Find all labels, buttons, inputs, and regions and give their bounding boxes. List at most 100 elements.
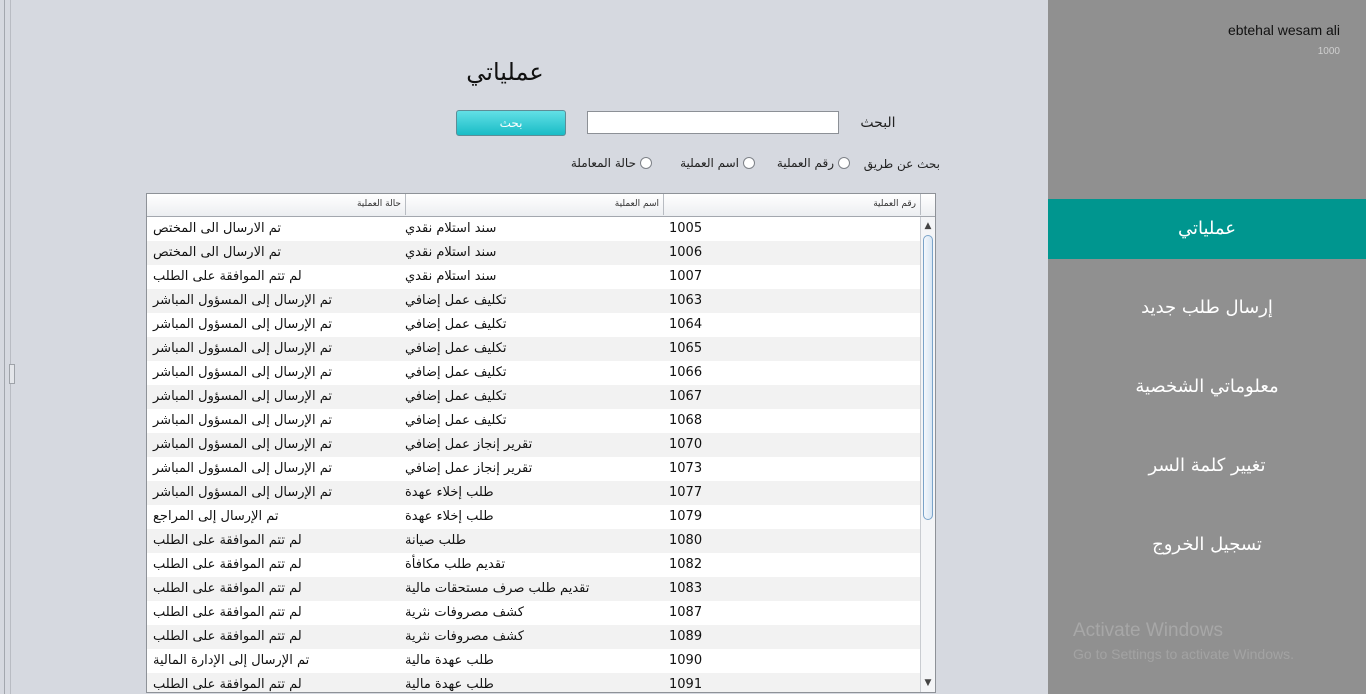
cell-status-text: تم الإرسال إلى المسؤول المباشر bbox=[153, 365, 332, 380]
scrollbar-thumb[interactable] bbox=[923, 235, 933, 520]
table-body: 1005 سند استلام نقدي تم الارسال الى المختص… bbox=[147, 217, 920, 692]
cell-status: تم الإرسال إلى الإدارة المالية bbox=[147, 649, 405, 673]
cell-name-text: تكليف عمل إضافي bbox=[405, 389, 507, 404]
cell-name: تكليف عمل إضافي bbox=[405, 337, 663, 361]
table-row[interactable]: 1073 تقرير إنجاز عمل إضافي تم الإرسال إلى … bbox=[147, 457, 920, 481]
cell-name: تكليف عمل إضافي bbox=[405, 289, 663, 313]
cell-name-text: كشف مصروفات نثرية bbox=[405, 605, 524, 620]
column-header-name[interactable]: اسم العملية bbox=[405, 194, 663, 215]
cell-status-text: تم الإرسال إلى المسؤول المباشر bbox=[153, 389, 332, 404]
cell-status: تم الإرسال إلى المسؤول المباشر bbox=[147, 457, 405, 481]
filter-option-number[interactable]: رقم العملية bbox=[777, 156, 850, 170]
cell-number-text: 1006 bbox=[669, 245, 703, 260]
table-row[interactable]: 1068 تكليف عمل إضافي تم الإرسال إلى المسؤو… bbox=[147, 409, 920, 433]
table-row[interactable]: 1079 طلب إخلاء عهدة تم الإرسال إلى المراجع bbox=[147, 505, 920, 529]
cell-number: 1079 bbox=[663, 505, 920, 529]
cell-number: 1064 bbox=[663, 313, 920, 337]
table-row[interactable]: 1063 تكليف عمل إضافي تم الإرسال إلى المسؤو… bbox=[147, 289, 920, 313]
cell-number: 1089 bbox=[663, 625, 920, 649]
table-header: رقم العملية اسم العملية حالة العملية bbox=[147, 194, 935, 217]
cell-name: تقرير إنجاز عمل إضافي bbox=[405, 457, 663, 481]
table-row[interactable]: 1066 تكليف عمل إضافي تم الإرسال إلى المسؤو… bbox=[147, 361, 920, 385]
cell-status-text: تم الإرسال إلى الإدارة المالية bbox=[153, 653, 310, 668]
filter-option-status[interactable]: حالة المعاملة bbox=[571, 156, 652, 170]
table-row[interactable]: 1082 تقديم طلب مكافأة لم تتم الموافقة على … bbox=[147, 553, 920, 577]
scroll-up-icon[interactable]: ▲ bbox=[921, 219, 935, 233]
search-input[interactable] bbox=[587, 111, 839, 134]
cell-status: لم تتم الموافقة على الطلب bbox=[147, 673, 405, 692]
cell-number-text: 1080 bbox=[669, 533, 703, 548]
cell-number-text: 1066 bbox=[669, 365, 703, 380]
cell-number-text: 1091 bbox=[669, 677, 703, 692]
filter-option-label: رقم العملية bbox=[776, 156, 834, 170]
cell-name: كشف مصروفات نثرية bbox=[405, 601, 663, 625]
cell-name-text: طلب صيانة bbox=[405, 533, 467, 548]
table-row[interactable]: 1005 سند استلام نقدي تم الارسال الى المختص bbox=[147, 217, 920, 241]
cell-status: تم الإرسال إلى المسؤول المباشر bbox=[147, 481, 405, 505]
table-row[interactable]: 1064 تكليف عمل إضافي تم الإرسال إلى المسؤو… bbox=[147, 313, 920, 337]
table-row[interactable]: 1065 تكليف عمل إضافي تم الإرسال إلى المسؤو… bbox=[147, 337, 920, 361]
cell-name-text: تقرير إنجاز عمل إضافي bbox=[405, 437, 533, 452]
search-label: البحث bbox=[860, 115, 896, 131]
table-row[interactable]: 1006 سند استلام نقدي تم الارسال الى المختص bbox=[147, 241, 920, 265]
table-row[interactable]: 1080 طلب صيانة لم تتم الموافقة على الطلب bbox=[147, 529, 920, 553]
cell-status: تم الإرسال إلى المسؤول المباشر bbox=[147, 337, 405, 361]
cell-status: تم الإرسال إلى المسؤول المباشر bbox=[147, 313, 405, 337]
table-row[interactable]: 1077 طلب إخلاء عهدة تم الإرسال إلى المسؤول… bbox=[147, 481, 920, 505]
cell-number: 1090 bbox=[663, 649, 920, 673]
cell-status: تم الارسال الى المختص bbox=[147, 217, 405, 241]
cell-number-text: 1077 bbox=[669, 485, 703, 500]
window-left-border bbox=[0, 0, 18, 694]
cell-number-text: 1083 bbox=[669, 581, 703, 596]
cell-name: سند استلام نقدي bbox=[405, 265, 663, 289]
radio-button[interactable] bbox=[743, 157, 755, 169]
table-row[interactable]: 1007 سند استلام نقدي لم تتم الموافقة على ا… bbox=[147, 265, 920, 289]
filter-option-name[interactable]: اسم العملية bbox=[680, 156, 755, 170]
sidebar-item-change-password[interactable]: تغيير كلمة السر bbox=[1048, 436, 1366, 496]
radio-button[interactable] bbox=[640, 157, 652, 169]
table-row[interactable]: 1090 طلب عهدة مالية تم الإرسال إلى الإدارة… bbox=[147, 649, 920, 673]
search-button[interactable]: بحث bbox=[456, 110, 566, 136]
scroll-down-icon[interactable]: ▼ bbox=[921, 676, 935, 690]
cell-number: 1067 bbox=[663, 385, 920, 409]
sidebar-item-logout[interactable]: تسجيل الخروج bbox=[1048, 515, 1366, 575]
column-header-number[interactable]: رقم العملية bbox=[663, 194, 920, 215]
table-row[interactable]: 1091 طلب عهدة مالية لم تتم الموافقة على ال… bbox=[147, 673, 920, 692]
cell-status-text: تم الإرسال إلى المسؤول المباشر bbox=[153, 341, 332, 356]
header-corner bbox=[920, 194, 935, 215]
cell-number: 1068 bbox=[663, 409, 920, 433]
sidebar-item-personal-info[interactable]: معلوماتي الشخصية bbox=[1048, 357, 1366, 417]
user-name: ebtehal wesam ali bbox=[1227, 22, 1340, 38]
table-row[interactable]: 1070 تقرير إنجاز عمل إضافي تم الإرسال إلى … bbox=[147, 433, 920, 457]
table-row[interactable]: 1089 كشف مصروفات نثرية لم تتم الموافقة على… bbox=[147, 625, 920, 649]
cell-number-text: 1007 bbox=[669, 269, 703, 284]
cell-number: 1006 bbox=[663, 241, 920, 265]
sidebar: ebtehal wesam ali 1000 عملياتي إرسال طلب … bbox=[1048, 0, 1366, 694]
cell-name-text: تقرير إنجاز عمل إضافي bbox=[405, 461, 533, 476]
filter-option-label: اسم العملية bbox=[680, 156, 739, 170]
table-row[interactable]: 1087 كشف مصروفات نثرية لم تتم الموافقة على… bbox=[147, 601, 920, 625]
cell-number-text: 1087 bbox=[669, 605, 703, 620]
sidebar-item-my-operations[interactable]: عملياتي bbox=[1048, 199, 1366, 259]
filter-option-label: حالة المعاملة bbox=[570, 156, 636, 170]
filter-prefix-label: بحث عن طريق bbox=[863, 157, 940, 171]
cell-status-text: لم تتم الموافقة على الطلب bbox=[153, 629, 302, 644]
radio-button[interactable] bbox=[838, 157, 850, 169]
column-header-status[interactable]: حالة العملية bbox=[147, 194, 405, 215]
resize-grip[interactable] bbox=[9, 364, 15, 384]
cell-name-text: سند استلام نقدي bbox=[405, 221, 497, 236]
cell-name-text: تكليف عمل إضافي bbox=[405, 365, 507, 380]
vertical-scrollbar[interactable]: ▲ ▼ bbox=[920, 217, 935, 692]
cell-status: لم تتم الموافقة على الطلب bbox=[147, 529, 405, 553]
cell-name-text: تكليف عمل إضافي bbox=[405, 317, 507, 332]
cell-name: طلب إخلاء عهدة bbox=[405, 481, 663, 505]
table-row[interactable]: 1067 تكليف عمل إضافي تم الإرسال إلى المسؤو… bbox=[147, 385, 920, 409]
cell-name-text: تكليف عمل إضافي bbox=[405, 293, 507, 308]
cell-name-text: طلب إخلاء عهدة bbox=[405, 509, 494, 524]
table-row[interactable]: 1083 تقديم طلب صرف مستحقات مالية لم تتم ال… bbox=[147, 577, 920, 601]
cell-name: طلب عهدة مالية bbox=[405, 673, 663, 692]
cell-name-text: سند استلام نقدي bbox=[405, 269, 497, 284]
cell-number-text: 1073 bbox=[669, 461, 703, 476]
cell-status-text: تم الإرسال إلى المسؤول المباشر bbox=[153, 293, 332, 308]
sidebar-item-new-request[interactable]: إرسال طلب جديد bbox=[1048, 278, 1366, 338]
